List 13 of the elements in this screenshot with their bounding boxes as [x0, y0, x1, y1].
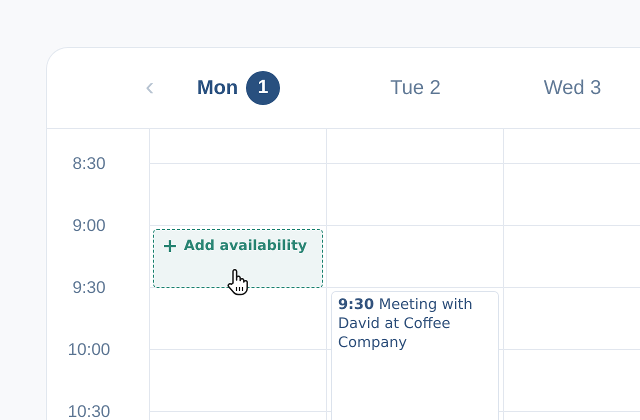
time-label: 9:30: [71, 277, 107, 299]
calendar-event[interactable]: 9:30 Meeting with David at Coffee Company: [331, 291, 499, 420]
time-label: 9:00: [71, 215, 107, 237]
add-availability-button[interactable]: + Add availability: [153, 229, 323, 288]
day-header[interactable]: Wed 3: [544, 76, 602, 100]
day-header[interactable]: Mon 1: [196, 71, 280, 105]
time-label: 10:00: [66, 339, 112, 361]
time-label: 8:30: [71, 153, 107, 175]
time-label: 10:30: [66, 401, 112, 420]
day-header[interactable]: Tue 2: [390, 76, 441, 100]
hand-cursor-icon: [226, 268, 250, 296]
date-badge: 1: [246, 71, 280, 105]
day-name: Mon: [196, 76, 238, 100]
